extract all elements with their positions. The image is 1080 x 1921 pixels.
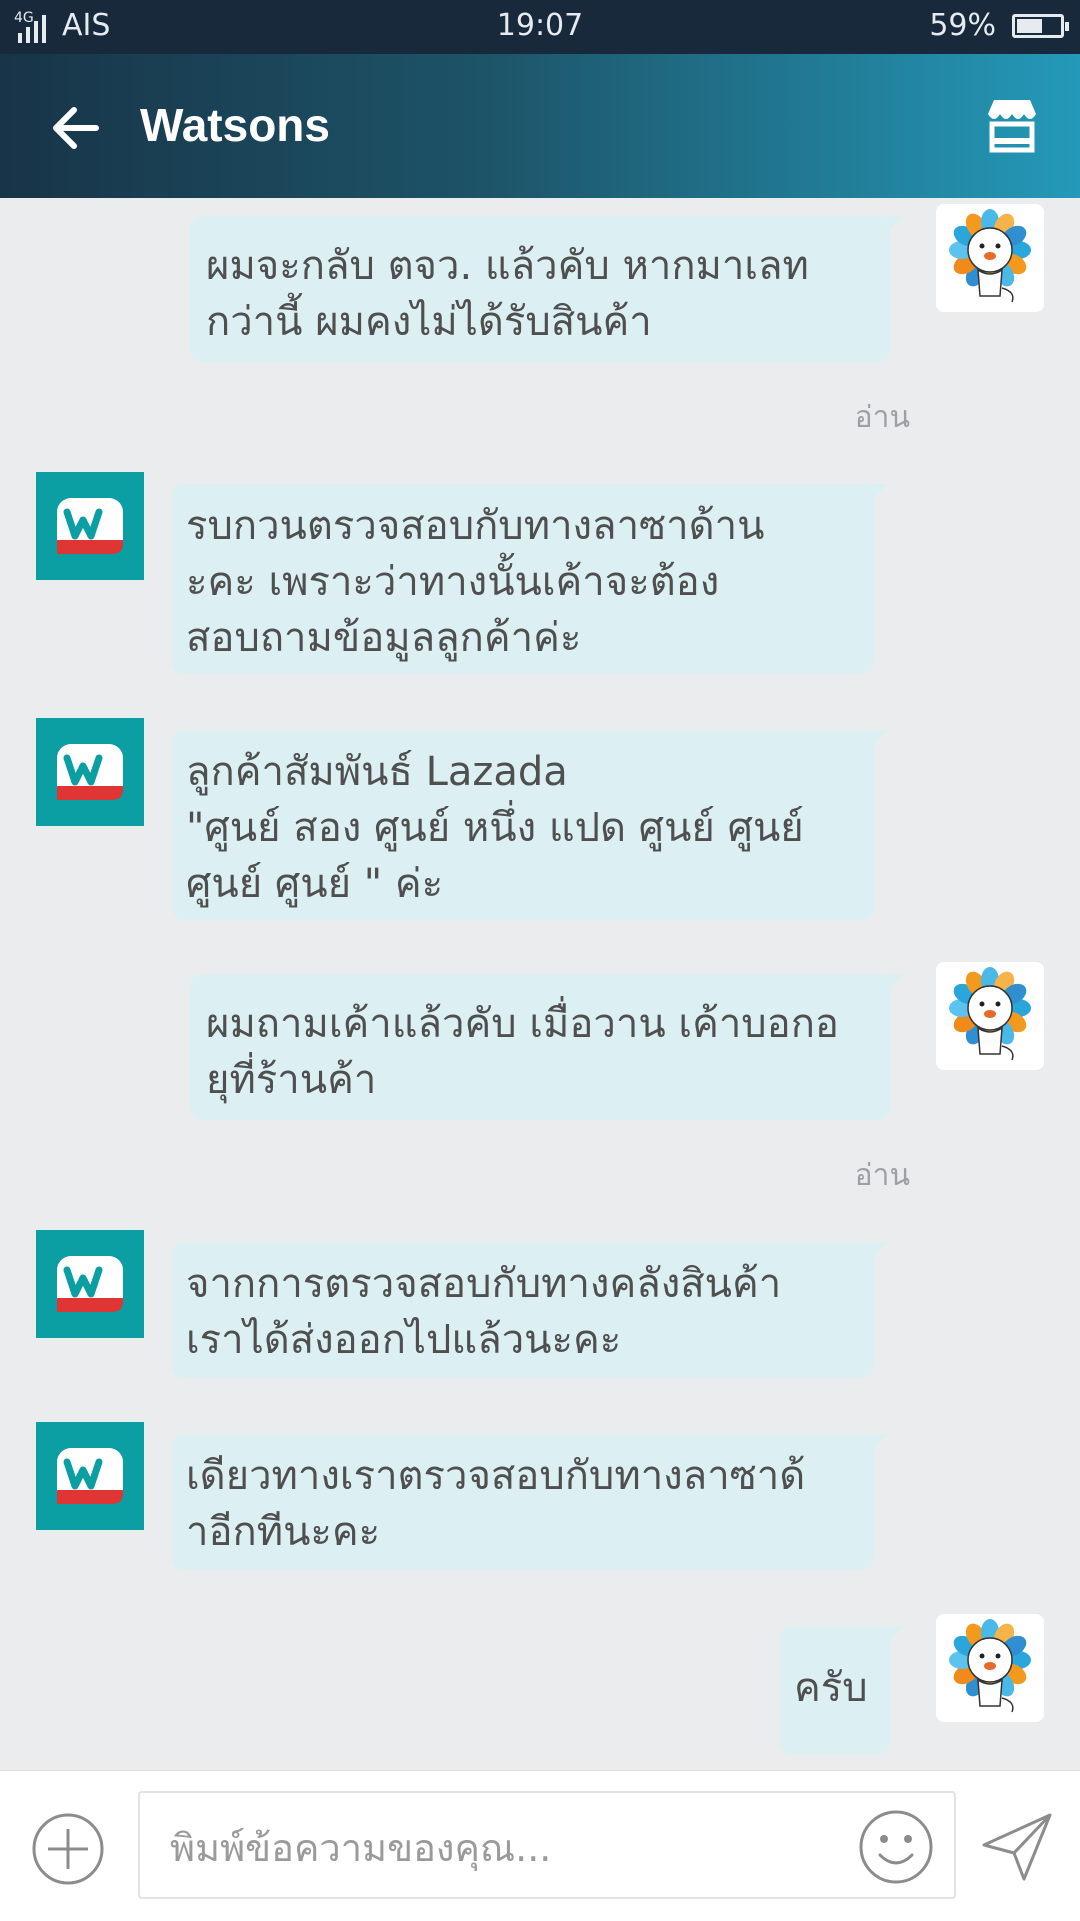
message-input-placeholder: พิมพ์ข้อความของคุณ... <box>170 1826 552 1870</box>
message-text: ลูกค้าสัมพันธ์ Lazada "ศูนย์ สอง ศูนย์ ห… <box>186 749 804 907</box>
message-bubble-outgoing[interactable]: ผมถามเค้าแล้วคับ เมื่อวาน เค้าบอกอ ยุที่… <box>190 974 904 1120</box>
message-bubble-outgoing[interactable]: ผมจะกลับ ตจว. แล้วคับ หากมาเลท กว่านี้ ผ… <box>190 216 904 362</box>
status-right: 59% <box>929 8 1069 43</box>
back-button[interactable] <box>44 96 108 160</box>
add-attachment-button[interactable] <box>30 1811 106 1887</box>
message-text: รบกวนตรวจสอบกับทางลาซาด้าน ะคะ เพราะว่าท… <box>186 503 765 661</box>
watsons-avatar[interactable] <box>36 472 144 580</box>
message-text: ผมจะกลับ ตจว. แล้วคับ หากมาเลท กว่านี้ ผ… <box>206 243 809 345</box>
message-input[interactable]: พิมพ์ข้อความของคุณ... <box>138 1791 956 1899</box>
message-bubble-incoming[interactable]: จากการตรวจสอบกับทางคลังสินค้า เราได้ส่งอ… <box>172 1242 888 1378</box>
plus-circle-icon <box>32 1813 104 1885</box>
send-icon <box>982 1813 1052 1881</box>
lion-mascot-icon <box>949 967 1031 1061</box>
arrow-left-icon <box>53 107 99 149</box>
status-bar: 4G AIS 19:07 59% <box>0 0 1080 54</box>
read-receipt: อ่าน <box>854 1158 910 1193</box>
watsons-logo-icon <box>57 744 123 800</box>
watsons-logo-icon <box>57 1256 123 1312</box>
clock: 19:07 <box>496 8 584 43</box>
user-avatar[interactable] <box>936 204 1044 312</box>
send-button[interactable] <box>978 1807 1056 1885</box>
user-avatar[interactable] <box>936 1614 1044 1722</box>
store-icon <box>988 100 1036 153</box>
battery-icon <box>1012 13 1069 38</box>
page-title: Watsons <box>140 99 330 151</box>
watsons-logo-icon <box>57 1448 123 1504</box>
message-text: จากการตรวจสอบกับทางคลังสินค้า เราได้ส่งอ… <box>186 1261 782 1363</box>
message-text: ครับ <box>794 1665 868 1711</box>
battery-percent: 59% <box>929 8 996 43</box>
smiley-icon <box>859 1810 933 1884</box>
store-button[interactable] <box>980 94 1044 158</box>
message-text: ผมถามเค้าแล้วคับ เมื่อวาน เค้าบอกอ ยุที่… <box>206 1001 839 1103</box>
message-bubble-incoming[interactable]: เดียวทางเราตรวจสอบกับทางลาซาด้ าอีกทีนะค… <box>172 1434 888 1570</box>
watsons-avatar[interactable] <box>36 718 144 826</box>
watsons-avatar[interactable] <box>36 1422 144 1530</box>
message-list[interactable]: ผมจะกลับ ตจว. แล้วคับ หากมาเลท กว่านี้ ผ… <box>0 198 1080 1770</box>
watsons-avatar[interactable] <box>36 1230 144 1338</box>
user-avatar[interactable] <box>936 962 1044 1070</box>
message-composer: พิมพ์ข้อความของคุณ... <box>0 1770 1080 1921</box>
watsons-logo-icon <box>57 498 123 554</box>
chat-header: Watsons <box>0 54 1080 198</box>
message-bubble-incoming[interactable]: รบกวนตรวจสอบกับทางลาซาด้าน ะคะ เพราะว่าท… <box>172 484 888 674</box>
lion-mascot-icon <box>949 209 1031 303</box>
message-bubble-incoming[interactable]: ลูกค้าสัมพันธ์ Lazada "ศูนย์ สอง ศูนย์ ห… <box>172 730 888 920</box>
read-receipt: อ่าน <box>854 400 910 435</box>
emoji-button[interactable] <box>856 1807 936 1887</box>
message-text: เดียวทางเราตรวจสอบกับทางลาซาด้ าอีกทีนะค… <box>186 1453 806 1555</box>
lion-mascot-icon <box>949 1619 1031 1713</box>
message-bubble-outgoing[interactable]: ครับ <box>780 1626 904 1754</box>
